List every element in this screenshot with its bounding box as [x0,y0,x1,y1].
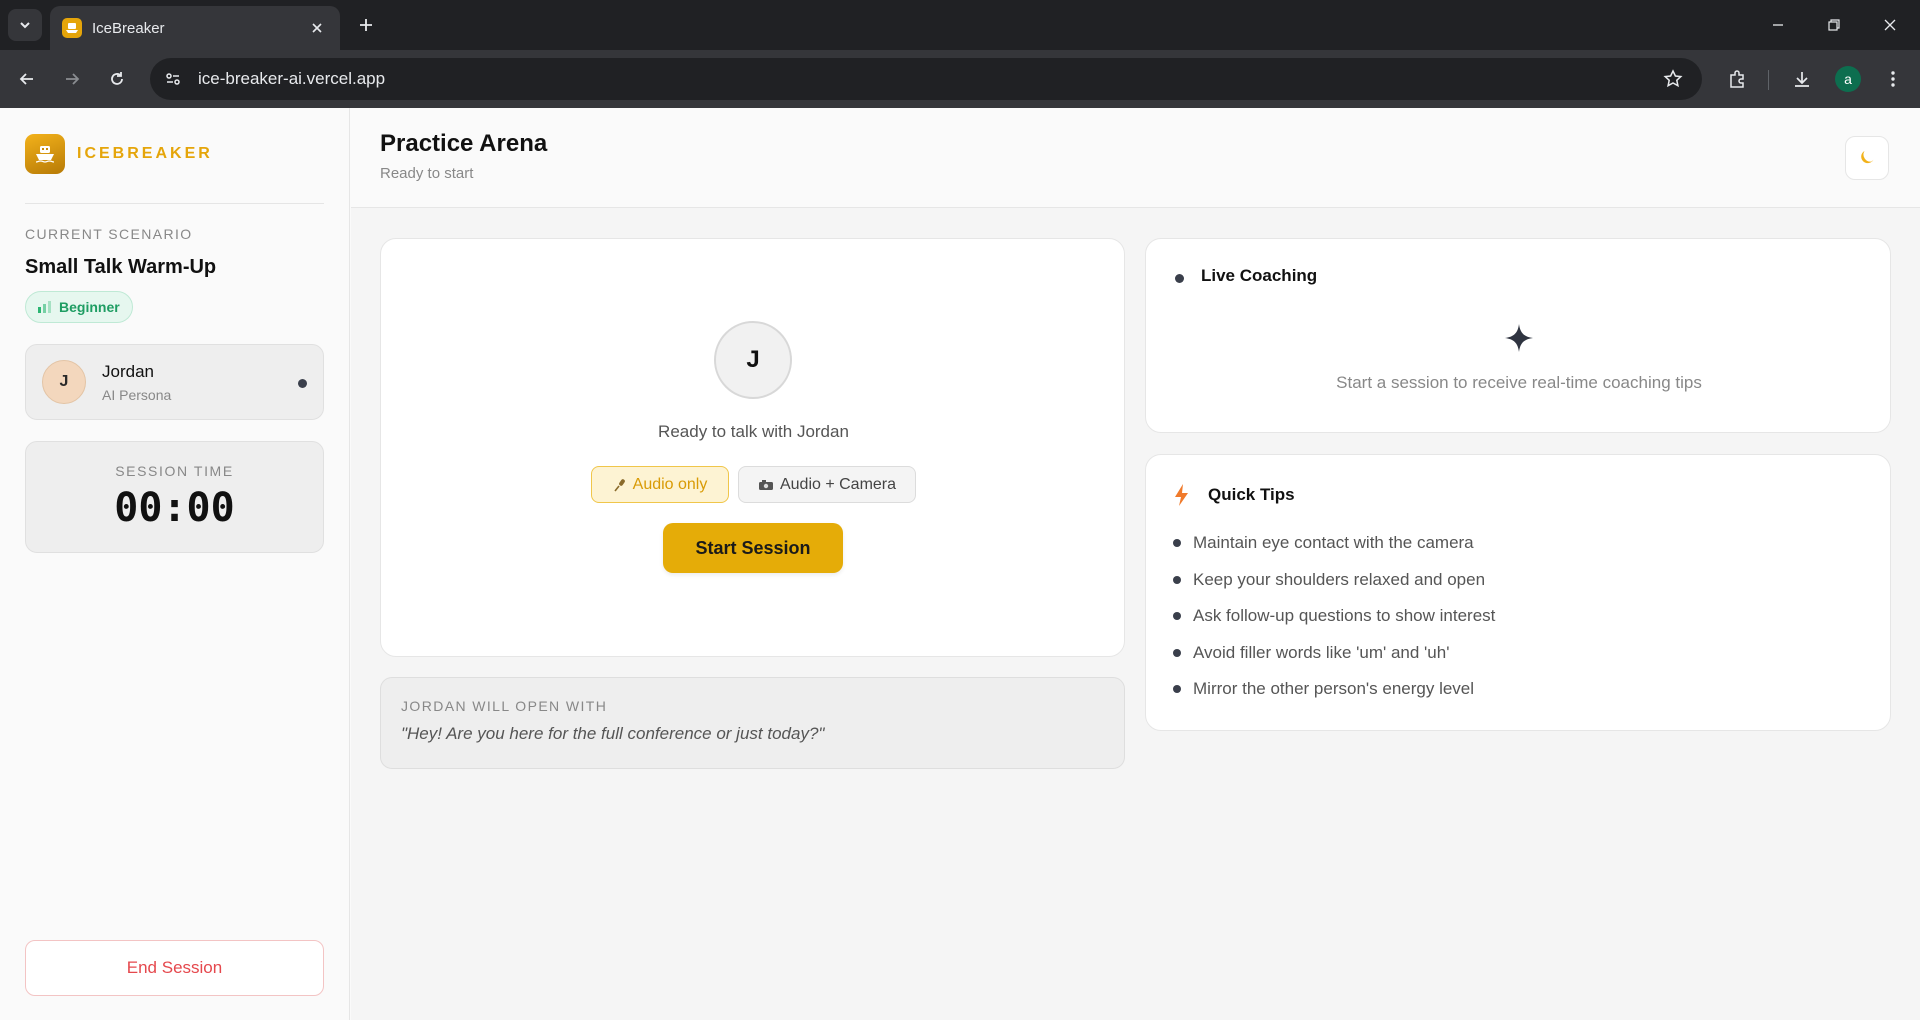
microphone-icon [613,478,627,492]
signal-bars-icon [38,301,51,313]
opening-line-label: JORDAN WILL OPEN WITH [401,698,608,714]
tip-text: Ask follow-up questions to show interest [1193,606,1496,626]
forward-button[interactable] [57,64,87,94]
tip-text: Mirror the other person's energy level [1193,679,1475,699]
theme-toggle-button[interactable] [1845,136,1889,180]
app-root: ICEBREAKER CURRENT SCENARIO Small Talk W… [0,108,1920,1020]
tip-item: Mirror the other person's energy level [1173,671,1495,708]
difficulty-badge: Beginner [25,291,133,323]
live-coaching-title: Live Coaching [1201,266,1318,285]
arrow-right-icon [66,73,80,85]
bullet-icon [1173,612,1181,621]
tab-close-icon[interactable] [306,17,328,39]
page-title: Practice Arena [380,130,548,157]
back-button[interactable] [12,64,42,94]
bullet-icon [1173,539,1181,548]
session-time-value: 00:00 [114,485,235,531]
arrow-left-icon [19,73,33,85]
audio-only-option[interactable]: Audio only [591,466,729,503]
camera-icon [758,479,774,491]
audio-camera-option[interactable]: Audio + Camera [738,466,916,503]
persona-role: AI Persona [102,387,172,403]
tip-item: Maintain eye contact with the camera [1173,525,1495,562]
sidebar: ICEBREAKER CURRENT SCENARIO Small Talk W… [0,108,350,1020]
coaching-hint: Start a session to receive real-time coa… [1336,373,1702,392]
practice-stage: J Ready to talk with Jordan Audio only A… [380,238,1125,657]
scenario-title: Small Talk Warm-Up [25,256,217,278]
coaching-status-dot [1175,274,1184,283]
current-scenario-label: CURRENT SCENARIO [25,226,193,242]
downloads-icon[interactable] [1787,64,1817,94]
reload-icon [111,72,123,85]
page-status: Ready to start [380,165,474,182]
audio-camera-label: Audio + Camera [779,475,897,493]
quick-tips-panel: Quick Tips Maintain eye contact with the… [1145,454,1891,731]
sidebar-divider [25,203,324,204]
favicon-icon [62,18,82,38]
profile-avatar[interactable]: a [1835,66,1861,92]
persona-large-avatar: J [714,321,792,399]
minimize-button[interactable] [1750,0,1806,50]
persona-name: Jordan [102,362,154,381]
page-header: Practice Arena Ready to start [351,108,1920,208]
toolbar-divider [1768,70,1769,90]
quick-tips-list: Maintain eye contact with the camera Kee… [1173,525,1495,708]
extensions-icon[interactable] [1722,64,1752,94]
end-session-button[interactable]: End Session [25,940,324,996]
opening-line-quote: "Hey! Are you here for the full conferen… [401,724,825,743]
tip-item: Ask follow-up questions to show interest [1173,598,1495,635]
bullet-icon [1173,648,1181,657]
new-tab-button[interactable] [352,11,380,39]
ready-message: Ready to talk with Jordan [658,422,849,441]
plus-icon [360,19,372,31]
persona-card: J Jordan AI Persona [25,344,324,420]
browser-tab-active[interactable]: IceBreaker [50,6,340,50]
url-text[interactable]: ice-breaker-ai.vercel.app [198,69,1658,89]
boat-icon[interactable] [25,134,65,174]
close-icon [1884,19,1896,31]
bullet-icon [1173,575,1181,584]
close-window-button[interactable] [1862,0,1918,50]
bookmark-star-icon[interactable] [1658,64,1688,94]
site-settings-icon[interactable] [156,62,190,96]
browser-toolbar: ice-breaker-ai.vercel.app a [0,50,1920,108]
opening-line-card: JORDAN WILL OPEN WITH "Hey! Are you here… [380,677,1125,769]
session-timer-card: SESSION TIME 00:00 [25,441,324,553]
restore-button[interactable] [1806,0,1862,50]
persona-avatar: J [42,360,86,404]
restore-icon [1828,19,1840,31]
live-coaching-panel: Live Coaching Start a session to receive… [1145,238,1891,433]
tip-text: Keep your shoulders relaxed and open [1193,569,1486,589]
address-bar[interactable]: ice-breaker-ai.vercel.app [150,58,1702,100]
session-time-label: SESSION TIME [115,463,234,479]
kebab-menu-icon[interactable] [1878,64,1908,94]
tab-title: IceBreaker [92,19,165,37]
tip-item: Avoid filler words like 'um' and 'uh' [1173,635,1495,672]
minimize-icon [1773,24,1783,26]
sparkle-icon [1505,324,1533,352]
audio-only-label: Audio only [632,475,708,493]
persona-status-indicator [298,379,307,388]
moon-icon [1861,151,1874,164]
main-content: Practice Arena Ready to start J Ready to… [351,108,1920,1020]
brand-name: ICEBREAKER [77,145,213,162]
start-session-button[interactable]: Start Session [663,523,843,573]
bolt-icon [1175,484,1188,506]
reload-button[interactable] [102,64,132,94]
quick-tips-title: Quick Tips [1208,485,1295,504]
tip-text: Maintain eye contact with the camera [1193,533,1474,553]
bullet-icon [1173,685,1181,694]
chevron-down-icon [20,22,30,29]
tip-item: Keep your shoulders relaxed and open [1173,562,1495,599]
browser-tabbar: IceBreaker [0,0,1920,50]
difficulty-label: Beginner [59,299,120,315]
tab-search-button[interactable] [8,9,42,41]
tip-text: Avoid filler words like 'um' and 'uh' [1193,642,1450,662]
